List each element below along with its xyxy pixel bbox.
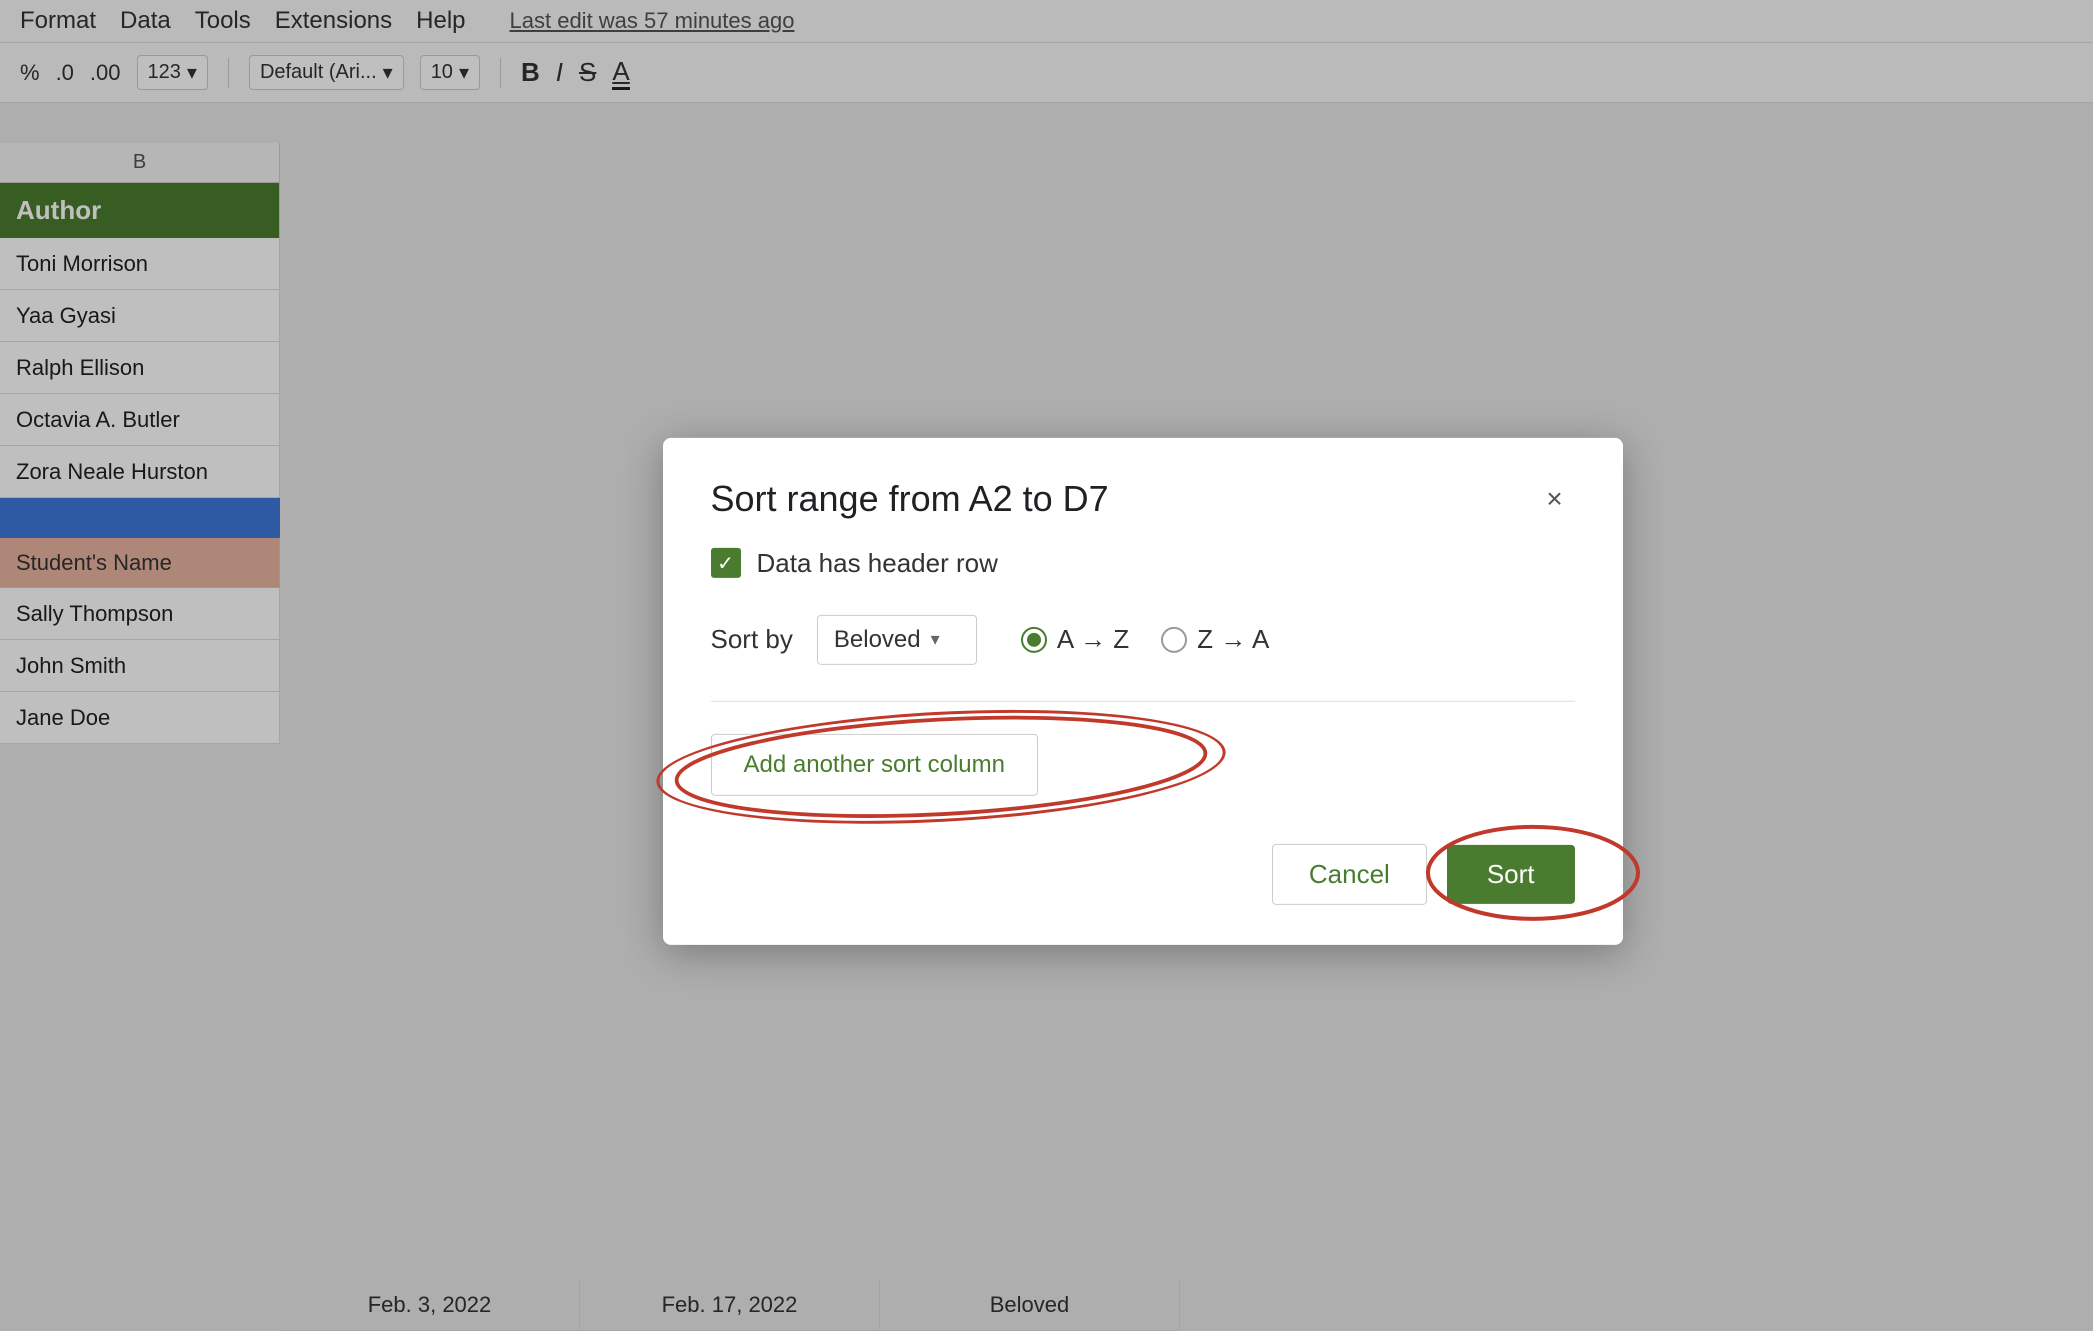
close-button[interactable]: × (1535, 478, 1575, 518)
header-row-checkbox[interactable]: ✓ (711, 548, 741, 578)
sort-by-label: Sort by (711, 624, 793, 655)
radio-az-circle[interactable] (1021, 626, 1047, 652)
modal-header: Sort range from A2 to D7 × (711, 477, 1575, 519)
header-row-checkbox-container[interactable]: ✓ Data has header row (711, 547, 1575, 578)
modal-title: Sort range from A2 to D7 (711, 477, 1109, 519)
add-sort-column-wrapper: Add another sort column (711, 733, 1038, 795)
radio-za[interactable]: Z → A (1161, 624, 1269, 655)
sort-by-row: Sort by Beloved ▾ A → Z Z → A (711, 614, 1575, 664)
sort-column-dropdown[interactable]: Beloved ▾ (817, 614, 977, 664)
header-row-label: Data has header row (757, 547, 998, 578)
cancel-button[interactable]: Cancel (1272, 843, 1427, 904)
radio-az-label: A → Z (1057, 624, 1129, 655)
radio-az[interactable]: A → Z (1021, 624, 1129, 655)
modal-divider (711, 700, 1575, 701)
radio-za-circle[interactable] (1161, 626, 1187, 652)
red-oval-annotation-sort (1423, 822, 1643, 922)
modal-footer: Cancel Sort (711, 843, 1575, 904)
radio-za-label: Z → A (1197, 624, 1269, 655)
sort-range-modal: Sort range from A2 to D7 × ✓ Data has he… (663, 437, 1623, 944)
add-sort-column-button[interactable]: Add another sort column (711, 733, 1038, 795)
sort-direction-group: A → Z Z → A (1021, 624, 1270, 655)
sort-button-wrapper: Sort (1447, 844, 1575, 903)
